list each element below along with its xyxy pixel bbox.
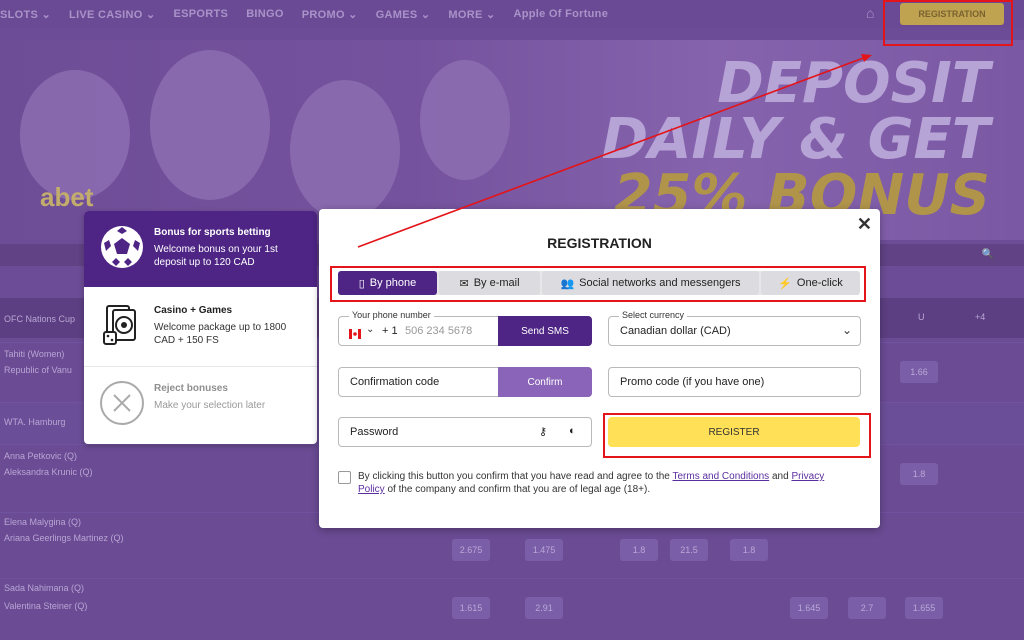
- bonus-title: Casino + Games: [154, 305, 233, 316]
- bonus-description: Make your selection later: [154, 400, 266, 411]
- nav-item-slots[interactable]: SLOTS ⌄: [0, 8, 51, 21]
- table-row-title: WTA. Hamburg: [4, 417, 66, 427]
- password-input-placeholder[interactable]: Password: [350, 426, 398, 438]
- home-icon[interactable]: ⌂: [866, 5, 874, 21]
- promo-headline: DEPOSIT DAILY & GET 25% BONUS: [510, 56, 990, 224]
- annotation-box-tabs: [330, 266, 866, 302]
- odds-cell[interactable]: 1.645: [790, 597, 828, 619]
- nav-item-esports[interactable]: ESPORTS: [174, 8, 229, 20]
- odds-cell[interactable]: 2.91: [525, 597, 563, 619]
- modal-title: REGISTRATION: [547, 235, 652, 251]
- terms-and-conditions-link[interactable]: Terms and Conditions: [672, 471, 769, 482]
- banner-person: [420, 60, 510, 180]
- password-field[interactable]: Password ⚷ ◐: [338, 417, 592, 447]
- table-row-team: Anna Petkovic (Q): [4, 451, 78, 461]
- odds-cell[interactable]: 2.7: [848, 597, 886, 619]
- confirmation-code-field[interactable]: Confirmation code Confirm: [338, 367, 592, 397]
- table-row[interactable]: Sada Nahimana (Q) Valentina Steiner (Q) …: [0, 578, 1024, 635]
- table-row-team: Valentina Steiner (Q): [4, 601, 88, 611]
- field-label: Your phone number: [349, 310, 434, 320]
- table-row-team: Tahiti (Women): [4, 349, 65, 359]
- cards-chips-dice-icon: [98, 301, 146, 349]
- table-row-team: Sada Nahimana (Q): [4, 583, 85, 593]
- banner-person: [150, 50, 270, 200]
- header-cell: U: [918, 312, 925, 322]
- odds-cell[interactable]: 1.655: [905, 597, 943, 619]
- nav-item-more[interactable]: MORE ⌄: [448, 8, 495, 21]
- promo-line-2: DAILY & GET: [601, 107, 990, 172]
- odds-cell[interactable]: 1.8: [900, 463, 938, 485]
- canada-flag-icon[interactable]: [349, 326, 361, 339]
- terms-suffix: of the company and confirm that you are …: [387, 484, 651, 495]
- nav-item-apple-of-fortune[interactable]: Apple Of Fortune: [513, 8, 608, 20]
- send-sms-button[interactable]: Send SMS: [498, 316, 592, 346]
- bonus-description: Welcome package up to 1800 CAD + 150 FS: [154, 322, 287, 346]
- field-label: Select currency: [619, 310, 688, 320]
- confirm-button[interactable]: Confirm: [498, 367, 592, 397]
- promo-code-field[interactable]: Promo code (if you have one): [608, 367, 861, 397]
- table-row-team: Aleksandra Krunic (Q): [4, 467, 93, 477]
- odds-cell[interactable]: 1.615: [452, 597, 490, 619]
- nav-item-bingo[interactable]: BINGO: [246, 8, 284, 20]
- nav-item-promo[interactable]: PROMO ⌄: [302, 8, 358, 21]
- banner-person: [20, 70, 130, 200]
- brand-logo: abet: [40, 182, 94, 212]
- phone-input-placeholder[interactable]: 506 234 5678: [405, 325, 472, 337]
- odds-cell[interactable]: 2.675: [452, 539, 490, 561]
- banner-person: [290, 80, 400, 220]
- bonus-option-casino[interactable]: Casino + Games Welcome package up to 180…: [84, 289, 317, 365]
- nav-item-games[interactable]: GAMES ⌄: [376, 8, 431, 21]
- bonus-description: Welcome bonus on your 1st deposit up to …: [154, 244, 278, 268]
- registration-modal: ✕ REGISTRATION ▯ By phone ✉ By e-mail 👥 Soc…: [319, 209, 880, 528]
- terms-and: and: [771, 471, 789, 482]
- odds-cell[interactable]: 1.8: [730, 539, 768, 561]
- odds-cell[interactable]: 1.475: [525, 539, 563, 561]
- annotation-box-register: [603, 413, 871, 458]
- phone-number-field[interactable]: Your phone number ⌄ + 1 506 234 5678 Sen…: [338, 310, 592, 346]
- bonus-selection-panel: Bonus for sports betting Welcome bonus o…: [84, 211, 317, 444]
- table-row-title: OFC Nations Cup: [4, 314, 76, 324]
- table-row-team: Republic of Vanu: [4, 365, 72, 375]
- close-circle-icon: [98, 379, 146, 427]
- terms-prefix: By clicking this button you confirm that…: [358, 471, 670, 482]
- promo-input-placeholder[interactable]: Promo code (if you have one): [620, 376, 764, 388]
- terms-checkbox[interactable]: [338, 471, 351, 484]
- currency-value: Canadian dollar (CAD): [620, 325, 731, 337]
- search-icon[interactable]: 🔍: [982, 249, 994, 260]
- odds-cell[interactable]: 21.5: [670, 539, 708, 561]
- bonus-title: Bonus for sports betting: [154, 227, 271, 238]
- chevron-down-icon[interactable]: ⌄: [366, 324, 374, 335]
- header-cell: +4: [975, 312, 986, 322]
- bonus-option-sports[interactable]: Bonus for sports betting Welcome bonus o…: [84, 211, 317, 287]
- country-code: + 1: [382, 325, 398, 337]
- chevron-down-icon[interactable]: ⌄: [842, 323, 852, 337]
- promo-line-1: DEPOSIT: [717, 51, 990, 116]
- currency-select[interactable]: Select currency Canadian dollar (CAD) ⌄: [608, 310, 861, 346]
- eye-slash-icon[interactable]: ◐: [569, 425, 576, 437]
- bonus-title: Reject bonuses: [154, 383, 228, 394]
- annotation-box-top-registration: [883, 0, 1013, 46]
- odds-cell[interactable]: 1.66: [900, 361, 938, 383]
- bonus-option-reject[interactable]: Reject bonuses Make your selection later: [84, 367, 317, 443]
- table-row-team: Elena Malygina (Q): [4, 517, 82, 527]
- nav-item-live-casino[interactable]: LIVE CASINO ⌄: [69, 8, 155, 21]
- odds-cell[interactable]: 1.8: [620, 539, 658, 561]
- key-icon[interactable]: ⚷: [539, 425, 547, 438]
- close-icon[interactable]: ✕: [857, 214, 872, 235]
- soccer-ball-icon: [98, 223, 146, 271]
- table-row-team: Ariana Geerlings Martinez (Q): [4, 533, 124, 543]
- confirmation-input-placeholder[interactable]: Confirmation code: [350, 376, 439, 388]
- terms-text: By clicking this button you confirm that…: [358, 470, 848, 496]
